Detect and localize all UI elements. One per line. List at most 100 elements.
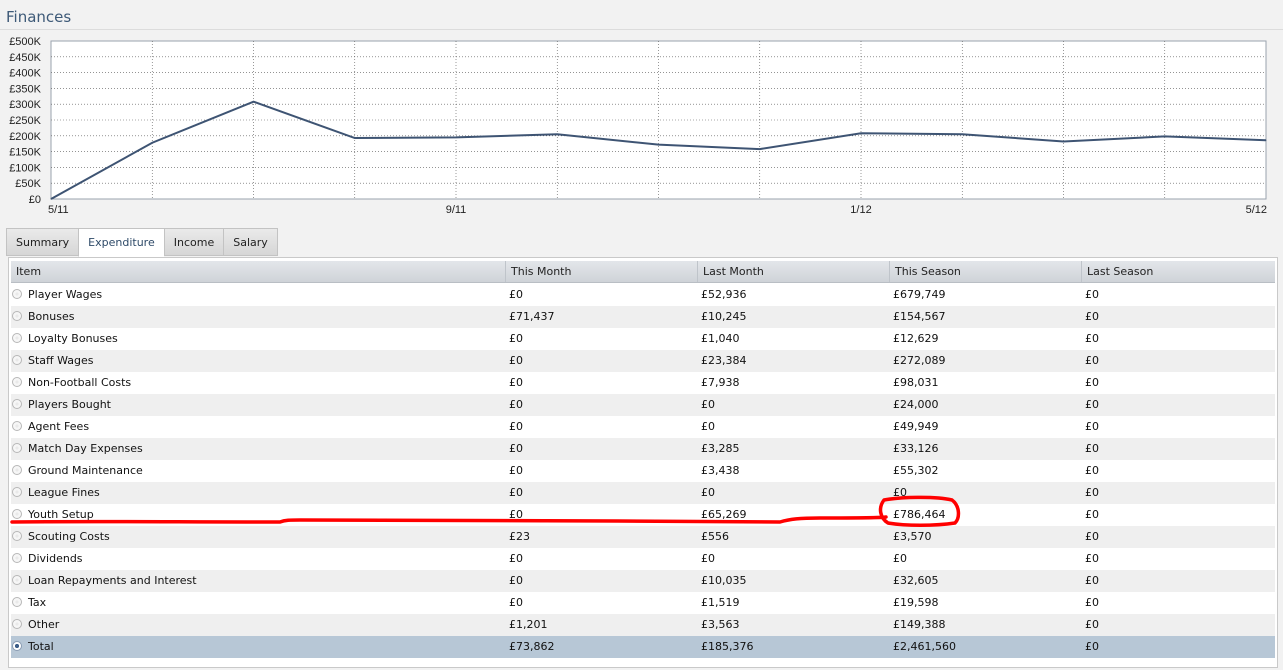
chart-y-tick-label: £250K xyxy=(9,115,41,127)
column-header-this-month[interactable]: This Month xyxy=(505,261,697,282)
column-header-item[interactable]: Item xyxy=(11,261,505,282)
cell-value: £786,464 xyxy=(893,508,946,521)
tab-summary[interactable]: Summary xyxy=(6,228,79,256)
table-row[interactable]: Tax £0 £1,519 £19,598 £0 xyxy=(11,592,1275,614)
row-select-radio[interactable] xyxy=(12,333,22,343)
chart-data-point xyxy=(1164,135,1166,137)
table-row[interactable]: Player Wages £0 £52,936 £679,749 £0 xyxy=(11,284,1275,306)
cell-value: £0 xyxy=(509,354,523,367)
cell-value: £0 xyxy=(893,486,907,499)
cell-value: £3,438 xyxy=(701,464,740,477)
row-select-radio[interactable] xyxy=(12,289,22,299)
row-select-radio[interactable] xyxy=(12,421,22,431)
cell-value: £0 xyxy=(1085,640,1099,653)
cell-value: £0 xyxy=(1085,464,1099,477)
cell-value: £3,570 xyxy=(893,530,932,543)
row-select-radio[interactable] xyxy=(12,355,22,365)
table-row[interactable]: Players Bought £0 £0 £24,000 £0 xyxy=(11,394,1275,416)
table-row[interactable]: Non-Football Costs £0 £7,938 £98,031 £0 xyxy=(11,372,1275,394)
chart-x-tick-label: 9/11 xyxy=(446,204,467,216)
cell-value: £0 xyxy=(1085,486,1099,499)
tab-income[interactable]: Income xyxy=(163,228,224,256)
cell-value: £0 xyxy=(1085,288,1099,301)
table-row[interactable]: Bonuses £71,437 £10,245 £154,567 £0 xyxy=(11,306,1275,328)
table-row[interactable]: Match Day Expenses £0 £3,285 £33,126 £0 xyxy=(11,438,1275,460)
cell-value: £23,384 xyxy=(701,354,747,367)
chart-data-point xyxy=(658,144,659,146)
item-name: Non-Football Costs xyxy=(28,376,132,389)
cell-value: £0 xyxy=(1085,618,1099,631)
row-select-radio[interactable] xyxy=(12,553,22,563)
cell-value: £0 xyxy=(1085,508,1099,521)
title-divider xyxy=(0,29,1283,30)
chart-y-tick-label: £350K xyxy=(9,83,41,95)
table-row[interactable]: Dividends £0 £0 £0 £0 xyxy=(11,548,1275,570)
cell-value: £0 xyxy=(509,442,523,455)
tab-salary[interactable]: Salary xyxy=(223,228,278,256)
row-select-radio[interactable] xyxy=(12,509,22,519)
table-row[interactable]: Staff Wages £0 £23,384 £272,089 £0 xyxy=(11,350,1275,372)
chart-data-point xyxy=(556,133,558,135)
row-select-radio[interactable] xyxy=(12,377,22,387)
table-row[interactable]: League Fines £0 £0 £0 £0 xyxy=(11,482,1275,504)
table-row[interactable]: Scouting Costs £23 £556 £3,570 £0 xyxy=(11,526,1275,548)
cell-value: £0 xyxy=(1085,552,1099,565)
column-header-last-month[interactable]: Last Month xyxy=(697,261,889,282)
row-select-radio[interactable] xyxy=(12,399,22,409)
cell-value: £7,938 xyxy=(701,376,740,389)
cell-value: £0 xyxy=(1085,596,1099,609)
cell-value: £0 xyxy=(509,420,523,433)
row-select-radio[interactable] xyxy=(12,531,22,541)
cell-value: £0 xyxy=(701,420,715,433)
cell-value: £0 xyxy=(509,574,523,587)
cell-value: £0 xyxy=(1085,332,1099,345)
cell-value: £0 xyxy=(1085,420,1099,433)
cell-value: £55,302 xyxy=(893,464,939,477)
chart-y-tick-label: £200K xyxy=(9,131,41,143)
cell-value: £185,376 xyxy=(701,640,754,653)
cell-value: £272,089 xyxy=(893,354,946,367)
row-select-radio[interactable] xyxy=(12,575,22,585)
chart-data-point xyxy=(455,136,457,138)
row-select-radio[interactable] xyxy=(12,487,22,497)
row-select-radio[interactable] xyxy=(12,619,22,629)
cell-value: £0 xyxy=(1085,574,1099,587)
cell-value: £0 xyxy=(509,332,523,345)
table-row[interactable]: Loan Repayments and Interest £0 £10,035 £32… xyxy=(11,570,1275,592)
item-name: Tax xyxy=(28,596,47,609)
cell-value: £0 xyxy=(509,288,523,301)
cell-value: £154,567 xyxy=(893,310,946,323)
cell-value: £3,285 xyxy=(701,442,740,455)
row-select-radio[interactable] xyxy=(12,443,22,453)
row-select-radio[interactable] xyxy=(12,465,22,475)
chart-data-point xyxy=(961,133,963,135)
table-row[interactable]: Other £1,201 £3,563 £149,388 £0 xyxy=(11,614,1275,636)
chart-y-tick-label: £450K xyxy=(9,52,41,64)
item-name: Ground Maintenance xyxy=(28,464,143,477)
total-row[interactable]: Total £73,862 £185,376 £2,461,560 £0 xyxy=(11,636,1275,658)
cell-value: £0 xyxy=(1085,376,1099,389)
tab-expenditure[interactable]: Expenditure xyxy=(78,228,164,257)
cell-value: £679,749 xyxy=(893,288,946,301)
row-select-radio[interactable] xyxy=(12,311,22,321)
row-select-radio[interactable] xyxy=(12,641,22,651)
cell-value: £0 xyxy=(509,486,523,499)
cell-value: £0 xyxy=(509,464,523,477)
column-header-this-season[interactable]: This Season xyxy=(889,261,1081,282)
table-row[interactable]: Agent Fees £0 £0 £49,949 £0 xyxy=(11,416,1275,438)
cell-value: £3,563 xyxy=(701,618,740,631)
chart-x-tick-label: 5/12 xyxy=(1246,204,1267,216)
column-header-last-season[interactable]: Last Season xyxy=(1081,261,1269,282)
table-row[interactable]: Youth Setup £0 £65,269 £786,464 £0 xyxy=(11,504,1275,526)
row-select-radio[interactable] xyxy=(12,597,22,607)
expenditure-table: Item This Month Last Month This Season Last … xyxy=(8,257,1278,668)
table-row[interactable]: Ground Maintenance £0 £3,438 £55,302 £0 xyxy=(11,460,1275,482)
cell-value: £0 xyxy=(1085,398,1099,411)
cell-value: £556 xyxy=(701,530,729,543)
table-row[interactable]: Loyalty Bonuses £0 £1,040 £12,629 £0 xyxy=(11,328,1275,350)
chart-y-tick-label: £300K xyxy=(9,99,41,111)
chart-x-tick-label: 5/11 xyxy=(48,204,69,216)
cell-value: £65,269 xyxy=(701,508,747,521)
finances-line-chart: £0 £50K £100K £150K £200K £250K £300K £350K £400… xyxy=(9,36,1267,216)
chart-y-tick-label: £100K xyxy=(9,162,41,174)
